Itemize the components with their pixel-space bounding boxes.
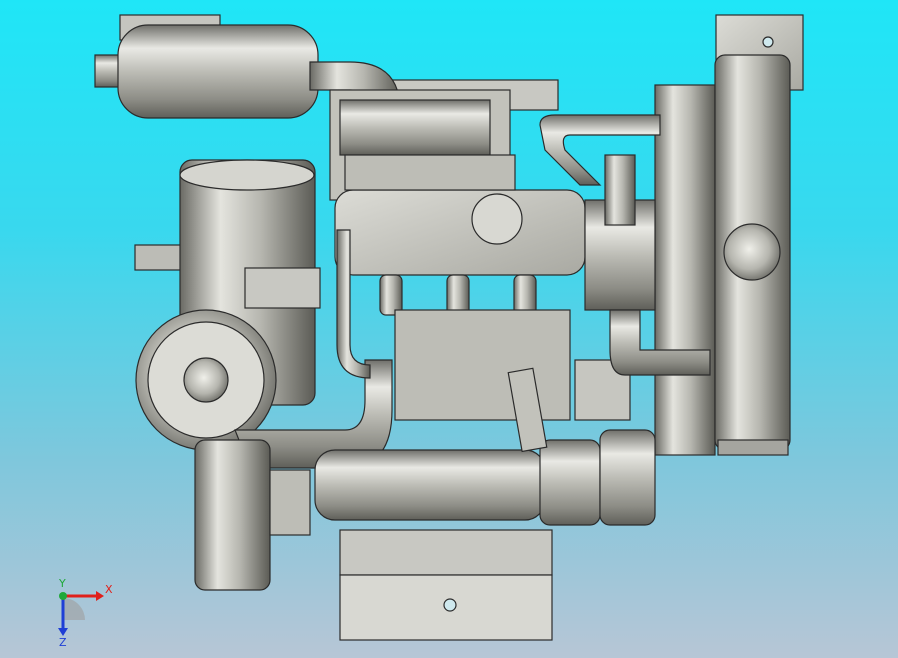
fan-pulley [599,429,656,526]
z-axis-label: Z [59,636,67,646]
valve-cover [334,189,586,276]
bracket-hole [762,36,774,48]
injector-2 [446,274,470,316]
injector-1 [379,274,403,316]
muffler [117,24,319,119]
injector-3 [513,274,537,316]
thermostat-housing [604,154,636,226]
y-axis-label: Y [58,577,66,590]
filter-clamp [244,267,321,309]
base-stand-upper [339,529,553,576]
intake-manifold [339,99,491,156]
radiator-base [717,439,789,456]
fan-housing [654,84,716,456]
triad-plane [63,598,85,620]
oil-filler-cap [471,193,523,245]
y-axis-dot [59,592,67,600]
radiator-cap [723,223,781,281]
crankshaft-tube [314,449,546,521]
flywheel-housing [194,439,271,591]
crankcase [394,309,571,421]
x-axis-head [96,591,104,601]
stand-hole [443,598,457,612]
coolant-hose-upper [539,114,661,186]
x-axis-label: X [105,583,113,596]
z-axis-head [58,628,68,636]
injector-rail [344,154,516,191]
axis-triad: X Y Z [58,577,113,646]
flywheel-hub [269,469,311,536]
crank-pulley [539,439,601,526]
air-filter-nut [183,357,229,403]
cad-3d-viewport[interactable]: X Y Z [0,0,898,658]
engine-model[interactable] [0,0,898,658]
filter-lid [179,159,315,191]
